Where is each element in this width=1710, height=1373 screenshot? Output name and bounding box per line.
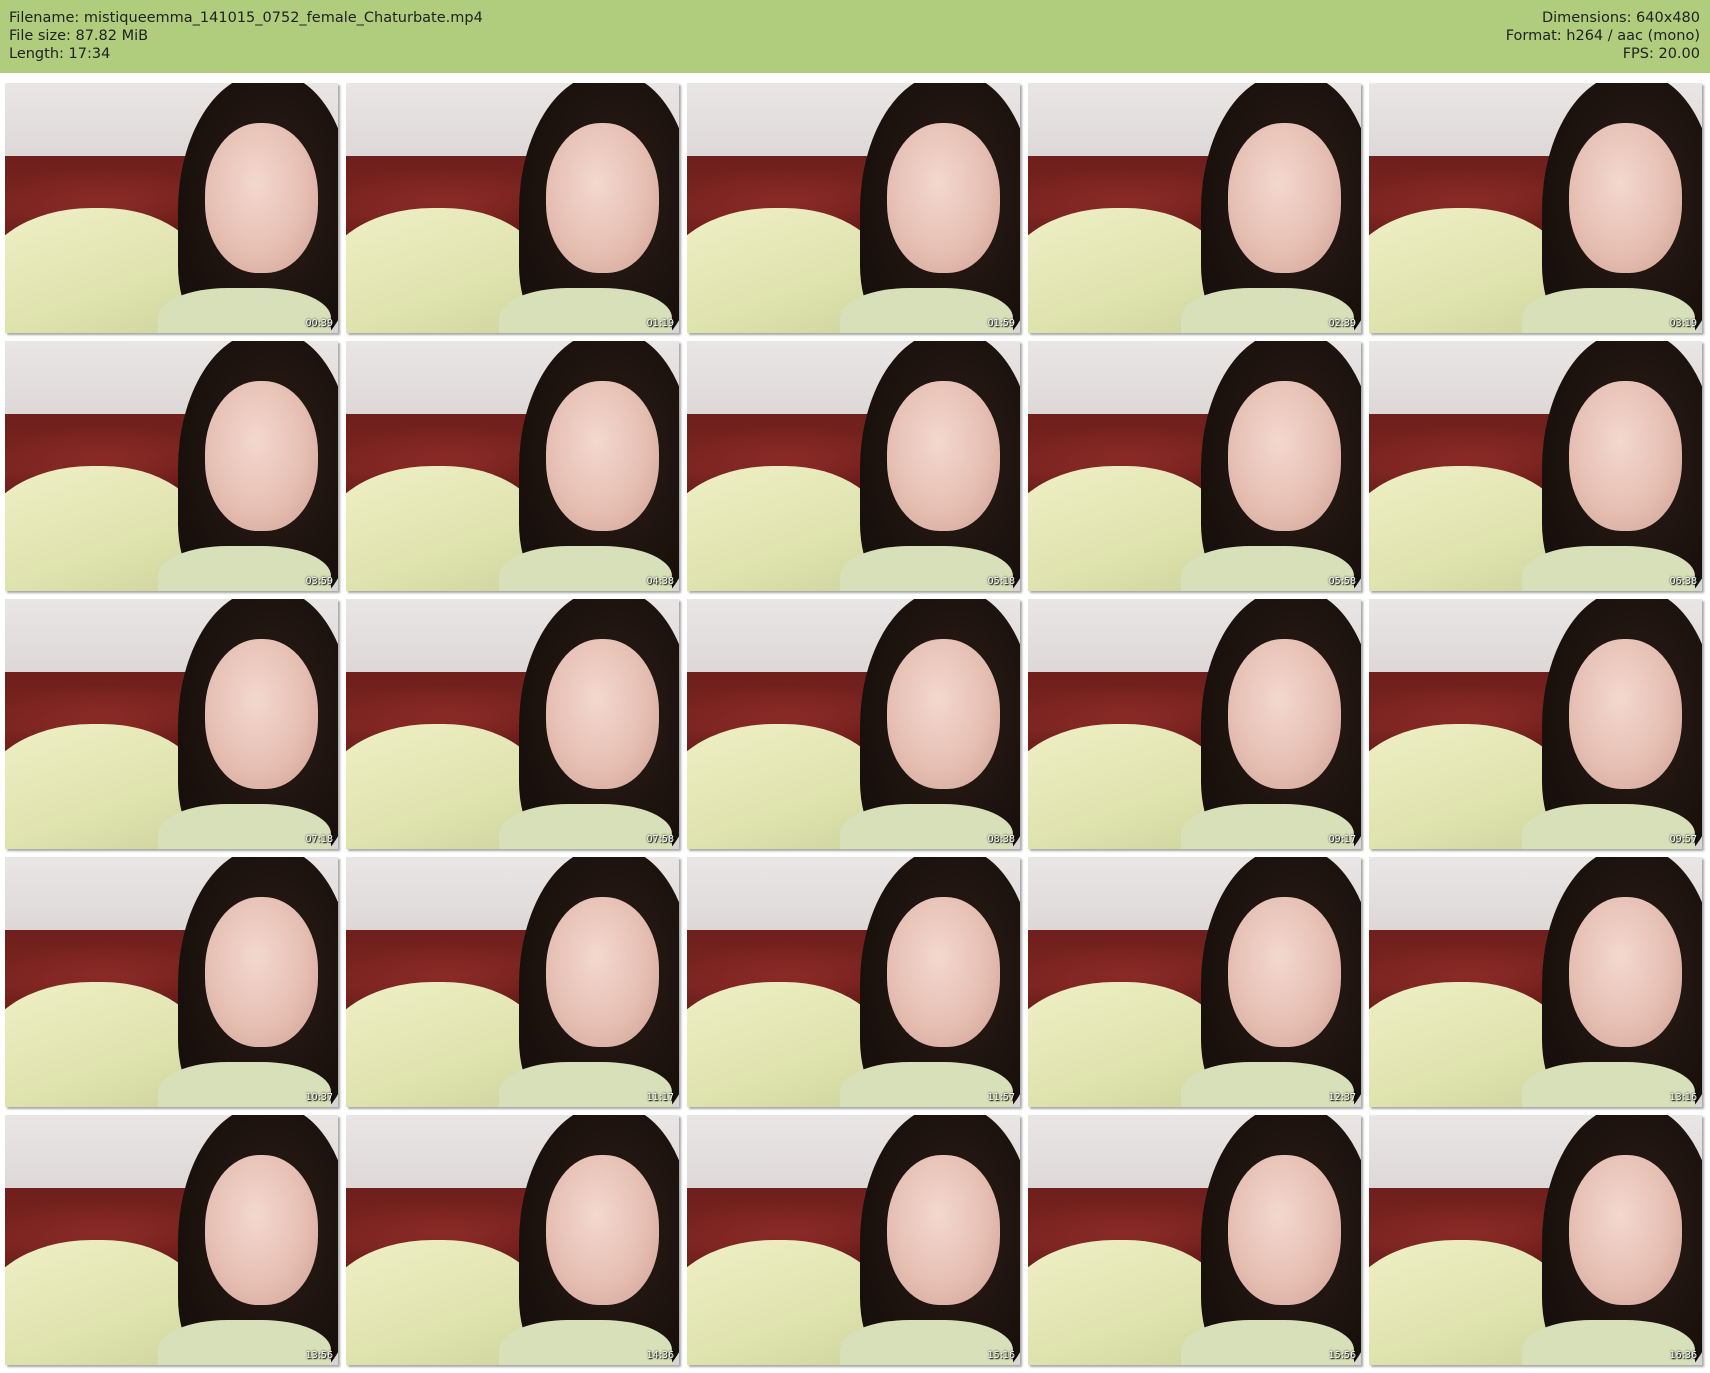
thumbnail-timestamp: 07:58 [646, 834, 674, 845]
thumbnail-timestamp: 03:59 [305, 576, 333, 587]
thumbnail-timestamp: 14:36 [646, 1350, 674, 1361]
frame-face [886, 897, 1001, 1047]
frame-face [204, 123, 319, 273]
frame-face [204, 1155, 319, 1305]
frame-face [545, 639, 660, 789]
filename-text: Filename: mistiqueemma_141015_0752_femal… [9, 10, 483, 26]
frame-face [1227, 381, 1342, 531]
video-thumbnail: 01:19 [346, 83, 679, 333]
thumbnail-timestamp: 03:19 [1669, 318, 1697, 329]
thumbnail-timestamp: 10:37 [305, 1092, 333, 1103]
frame-face [1227, 123, 1342, 273]
frame-face [545, 381, 660, 531]
frame-face [1227, 639, 1342, 789]
thumbnail-timestamp: 09:17 [1328, 834, 1356, 845]
frame-face [204, 897, 319, 1047]
video-thumbnail: 04:38 [346, 341, 679, 591]
video-thumbnail: 11:17 [346, 857, 679, 1107]
frame-face [545, 123, 660, 273]
video-thumbnail: 11:57 [687, 857, 1020, 1107]
thumbnail-timestamp: 01:59 [987, 318, 1015, 329]
thumbnail-timestamp: 01:19 [646, 318, 674, 329]
video-thumbnail: 06:38 [1369, 341, 1702, 591]
frame-face [1227, 1155, 1342, 1305]
video-thumbnail: 05:18 [687, 341, 1020, 591]
thumbnail-timestamp: 11:17 [646, 1092, 674, 1103]
frame-face [1568, 123, 1683, 273]
video-thumbnail: 00:39 [5, 83, 338, 333]
frame-face [204, 381, 319, 531]
thumbnail-timestamp: 05:58 [1328, 576, 1356, 587]
frame-face [1568, 639, 1683, 789]
thumbnail-timestamp: 11:57 [987, 1092, 1015, 1103]
frame-face [1568, 381, 1683, 531]
format-text: Format: h264 / aac (mono) [1505, 28, 1700, 44]
thumbnail-timestamp: 13:16 [1669, 1092, 1697, 1103]
thumbnail-timestamp: 12:37 [1328, 1092, 1356, 1103]
file-info-left: Filename: mistiqueemma_141015_0752_femal… [9, 9, 483, 63]
frame-face [886, 381, 1001, 531]
thumbnail-grid: 00:39 01:19 01:59 02:39 03:19 03:59 04:38 05:18… [5, 83, 1705, 1368]
frame-face [1568, 897, 1683, 1047]
thumbnail-timestamp: 06:38 [1669, 576, 1697, 587]
thumbnail-timestamp: 15:56 [1328, 1350, 1356, 1361]
video-thumbnail: 07:58 [346, 599, 679, 849]
video-thumbnail: 15:56 [1028, 1115, 1361, 1365]
frame-face [545, 1155, 660, 1305]
video-thumbnail: 10:37 [5, 857, 338, 1107]
video-thumbnail: 09:57 [1369, 599, 1702, 849]
info-header: Filename: mistiqueemma_141015_0752_femal… [0, 0, 1710, 73]
filesize-text: File size: 87.82 MiB [9, 28, 149, 44]
frame-face [204, 639, 319, 789]
frame-face [886, 639, 1001, 789]
file-info-right: Dimensions: 640x480 Format: h264 / aac (… [1506, 9, 1700, 63]
thumbnail-timestamp: 09:57 [1669, 834, 1697, 845]
fps-text: FPS: 20.00 [1622, 46, 1700, 62]
video-thumbnail: 16:36 [1369, 1115, 1702, 1365]
thumbnail-timestamp: 15:16 [987, 1350, 1015, 1361]
thumbnail-timestamp: 16:36 [1669, 1350, 1697, 1361]
dimensions-text: Dimensions: 640x480 [1541, 10, 1700, 26]
video-thumbnail: 08:38 [687, 599, 1020, 849]
video-thumbnail: 07:18 [5, 599, 338, 849]
length-text: Length: 17:34 [9, 46, 111, 62]
video-thumbnail: 01:59 [687, 83, 1020, 333]
thumbnail-timestamp: 04:38 [646, 576, 674, 587]
video-thumbnail: 05:58 [1028, 341, 1361, 591]
video-thumbnail: 03:59 [5, 341, 338, 591]
thumbnail-timestamp: 02:39 [1328, 318, 1356, 329]
video-thumbnail: 09:17 [1028, 599, 1361, 849]
video-thumbnail: 14:36 [346, 1115, 679, 1365]
thumbnail-timestamp: 00:39 [305, 318, 333, 329]
video-thumbnail: 03:19 [1369, 83, 1702, 333]
frame-face [1568, 1155, 1683, 1305]
video-thumbnail: 13:16 [1369, 857, 1702, 1107]
frame-face [1227, 897, 1342, 1047]
video-thumbnail: 12:37 [1028, 857, 1361, 1107]
frame-face [545, 897, 660, 1047]
thumbnail-timestamp: 05:18 [987, 576, 1015, 587]
thumbnail-timestamp: 07:18 [305, 834, 333, 845]
thumbnail-timestamp: 08:38 [987, 834, 1015, 845]
thumbnail-timestamp: 13:56 [305, 1350, 333, 1361]
video-thumbnail: 02:39 [1028, 83, 1361, 333]
frame-face [886, 123, 1001, 273]
video-thumbnail: 13:56 [5, 1115, 338, 1365]
video-thumbnail: 15:16 [687, 1115, 1020, 1365]
frame-face [886, 1155, 1001, 1305]
